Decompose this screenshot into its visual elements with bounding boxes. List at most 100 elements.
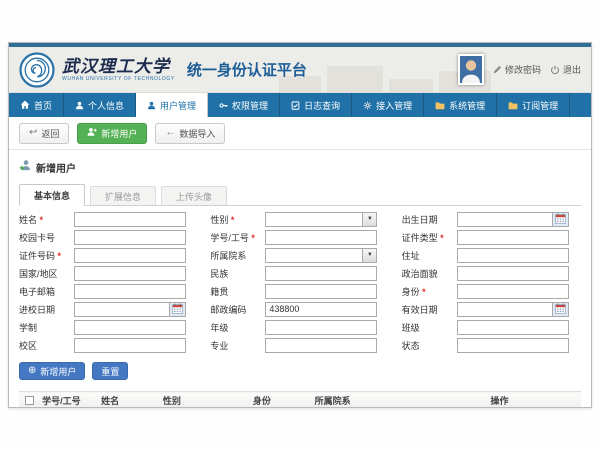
col-header-id[interactable]: 学号/工号 [38,392,97,409]
section-title: 新增用户 [36,160,76,175]
nav-item-permissions[interactable]: 权限管理 [208,93,280,117]
field-id-number-input[interactable] [74,248,186,263]
field-identity-input[interactable] [457,284,569,299]
nav-item-home[interactable]: 首页 [9,93,64,117]
form-field-native-place: 籍贯 [210,282,389,300]
field-country-region-input[interactable] [74,266,186,281]
select-all-checkbox[interactable] [25,396,34,405]
field-label-text: 状态 [402,341,420,351]
nav-item-subscription[interactable]: 订阅管理 [497,93,570,117]
col-header-actions[interactable]: 操作 [487,392,581,409]
logout-link[interactable]: 退出 [550,63,581,76]
back-icon: ↩ [29,128,37,138]
reset-button[interactable]: 重置 [92,362,128,380]
nav-item-system[interactable]: 系统管理 [424,93,497,117]
folder-icon [508,101,518,110]
field-political-status-input[interactable] [457,266,569,281]
platform-title: 统一身份认证平台 [187,59,307,80]
form-field-identity: 身份 * [402,282,581,300]
logout-label: 退出 [563,63,581,76]
form-field-campus: 校区 [19,336,198,354]
col-header-identity[interactable]: 身份 [249,392,311,409]
field-enroll-date-input[interactable] [75,303,169,316]
field-label-text: 性别 [210,215,228,225]
form-field-campus-card: 校园卡号 [19,228,198,246]
tab-upload-avatar[interactable]: 上传头像 [161,186,227,206]
app-window: 武汉理工大学 WUHAN UNIVERSITY OF TECHNOLOGY 统一… [8,42,592,408]
reset-label: 重置 [101,365,119,378]
form-field-country-region: 国家/地区 [19,264,198,282]
university-name-en: WUHAN UNIVERSITY OF TECHNOLOGY [62,76,175,82]
field-gender-select[interactable]: ▼ [265,212,377,227]
field-valid-date-label: 有效日期 [402,303,457,316]
field-campus-input[interactable] [74,338,186,353]
field-email-input[interactable] [74,284,186,299]
data-import-button[interactable]: ← 数据导入 [155,123,225,144]
field-label-text: 校园卡号 [19,233,55,243]
form-field-name: 姓名 * [19,210,198,228]
submit-label: 新增用户 [40,365,76,378]
required-marker: * [420,287,426,297]
field-student-id-label: 学号/工号 * [210,231,265,244]
user-table: 学号/工号姓名性别身份所属院系操作 [19,391,581,408]
field-native-place-input[interactable] [265,284,377,299]
col-header-name[interactable]: 姓名 [97,392,159,409]
back-label: 返回 [41,127,59,140]
toolbar: ↩ 返回 新增用户 ← 数据导入 [19,117,581,149]
form-field-id-type: 证件类型 * [402,228,581,246]
field-label-text: 班级 [402,323,420,333]
data-import-label: 数据导入 [179,127,215,140]
field-email-label: 电子邮箱 [19,285,74,298]
nav-item-profile[interactable]: 个人信息 [64,93,136,117]
nav-item-access[interactable]: 接入管理 [352,93,424,117]
field-schooling-length-input[interactable] [74,320,186,335]
select-value [266,213,362,226]
tab-basic-info[interactable]: 基本信息 [19,184,85,206]
field-label-text: 学号/工号 [210,233,249,243]
field-student-id-input[interactable] [265,230,377,245]
field-postal-code-input[interactable] [265,302,377,317]
nav-item-users[interactable]: 用户管理 [136,93,208,117]
col-header-gender[interactable]: 性别 [159,392,249,409]
change-password-link[interactable]: 修改密码 [493,63,541,76]
field-valid-date-input[interactable] [458,303,552,316]
field-label-text: 出生日期 [402,215,438,225]
form-field-student-id: 学号/工号 * [210,228,389,246]
chevron-down-icon[interactable]: ▼ [362,213,376,226]
field-birth-date-calendar-button[interactable] [552,213,568,226]
form-field-department: 所属院系▼ [210,246,389,264]
field-address-input[interactable] [457,248,569,263]
field-class-input[interactable] [457,320,569,335]
submit-add-user-button[interactable]: ⊕ 新增用户 [19,362,85,380]
field-name-input[interactable] [74,212,186,227]
field-label-text: 住址 [402,251,420,261]
field-birth-date-input[interactable] [458,213,552,226]
field-status-label: 状态 [402,339,457,352]
field-label-text: 校区 [19,341,37,351]
field-label-text: 政治面貌 [402,269,438,279]
person-icon [75,101,84,110]
field-ethnicity-input[interactable] [265,266,377,281]
table-header-row: 学号/工号姓名性别身份所属院系操作 [19,392,581,409]
field-label-text: 年级 [210,323,228,333]
field-valid-date-calendar-button[interactable] [552,303,568,316]
field-major-input[interactable] [265,338,377,353]
field-grade-input[interactable] [265,320,377,335]
chevron-down-icon[interactable]: ▼ [362,249,376,262]
field-id-type-input[interactable] [457,230,569,245]
field-campus-card-input[interactable] [74,230,186,245]
required-marker: * [228,215,234,225]
col-header-department[interactable]: 所属院系 [311,392,487,409]
required-marker: * [37,215,43,225]
field-department-select[interactable]: ▼ [265,248,377,263]
field-label-text: 证件号码 [19,251,55,261]
field-status-input[interactable] [457,338,569,353]
calendar-icon [172,303,183,316]
tab-extended-info[interactable]: 扩展信息 [90,186,156,206]
add-user-button[interactable]: 新增用户 [77,123,147,144]
add-user-toolbar-label: 新增用户 [101,127,137,140]
field-enroll-date-calendar-button[interactable] [169,303,185,316]
back-button[interactable]: ↩ 返回 [19,123,69,144]
form-field-valid-date: 有效日期 [402,300,581,318]
nav-item-logs[interactable]: 日志查询 [280,93,352,117]
